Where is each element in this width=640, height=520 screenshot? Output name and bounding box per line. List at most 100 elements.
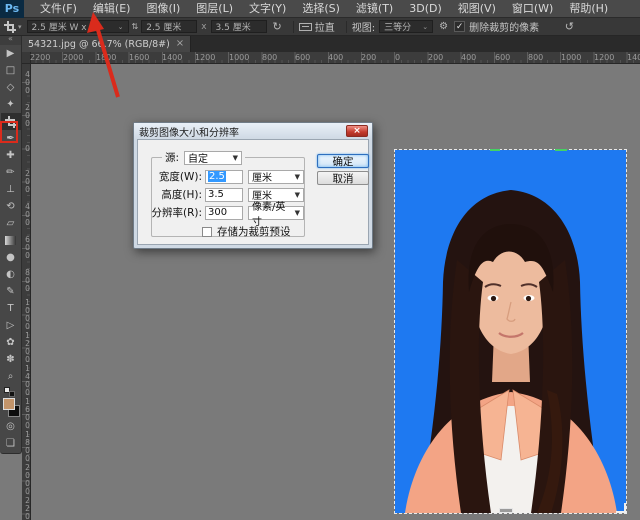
save-preset-label[interactable]: 存储为裁剪预设 <box>217 224 291 239</box>
history-brush-tool[interactable]: ⟲ <box>1 198 21 215</box>
width-row: 宽度(W): 2.5 厘米 ▼ <box>156 169 304 184</box>
tools-panel: « ▶□◇✦✒✚✏⊥⟲▱●◐✎T▷✿✽⌕ ◎ ❏ <box>0 34 22 454</box>
dodge-tool[interactable]: ◐ <box>1 266 21 283</box>
type-tool[interactable]: T <box>1 300 21 317</box>
chevron-down-icon: ▼ <box>295 209 300 217</box>
source-dropdown[interactable]: 自定 ▼ <box>184 151 242 165</box>
ruler-label: 200 <box>361 53 376 62</box>
crop-bottom-handle[interactable] <box>499 508 513 513</box>
move-tool[interactable]: ▶ <box>1 45 21 62</box>
pen-tool-glyph: ✎ <box>6 287 14 297</box>
crop-settings-gear-icon[interactable]: ⚙ <box>439 21 448 32</box>
quick-selection-tool[interactable]: ✦ <box>1 96 21 113</box>
brush-tool[interactable]: ✏ <box>1 164 21 181</box>
blur-tool-glyph: ● <box>6 253 15 263</box>
menu-item[interactable]: 图层(L) <box>188 0 241 18</box>
divider <box>346 21 347 33</box>
marquee-tool[interactable]: □ <box>1 62 21 79</box>
chevron-down-icon: ▼ <box>295 173 300 181</box>
swap-dimensions-icon[interactable]: ⇅ <box>132 21 139 32</box>
ruler-label: 200 <box>428 53 443 62</box>
resolution-unit-dropdown[interactable]: 像素/英寸 ▼ <box>248 206 304 220</box>
menu-item[interactable]: 帮助(H) <box>561 0 616 18</box>
ruler-label: 2000 <box>63 53 83 62</box>
ruler-label: 2200 <box>23 496 32 520</box>
source-value: 自定 <box>188 150 208 165</box>
view-label: 视图: <box>352 19 375 34</box>
menu-item[interactable]: 滤镜(T) <box>348 0 401 18</box>
crop-preset-dropdown[interactable]: 2.5 厘米 W x ⌄ <box>27 20 129 33</box>
dialog-title-bar[interactable]: 裁剪图像大小和分辨率 <box>134 123 372 139</box>
save-preset-checkbox[interactable] <box>202 227 212 237</box>
menu-bar: Ps 文件(F)编辑(E)图像(I)图层(L)文字(Y)选择(S)滤镜(T)3D… <box>0 0 640 18</box>
crop-tool-icon[interactable] <box>4 21 15 32</box>
ruler-label: 600 <box>23 235 32 259</box>
crop-width-value: 2.5 厘米 <box>146 20 181 33</box>
width-unit-dropdown[interactable]: 厘米 ▼ <box>248 170 304 184</box>
tab-close-icon[interactable]: × <box>176 39 184 49</box>
crop-height-field[interactable]: 3.5 厘米 <box>211 20 267 33</box>
menu-item[interactable]: 窗口(W) <box>504 0 561 18</box>
ruler-label: 1200 <box>594 53 614 62</box>
blur-tool[interactable]: ● <box>1 249 21 266</box>
chevron-down-icon: ⌄ <box>422 23 428 31</box>
rotate-crop-icon[interactable]: ↻ <box>273 21 282 32</box>
zoom-tool[interactable]: ⌕ <box>1 368 21 385</box>
ruler-label: 1000 <box>561 53 581 62</box>
cancel-button[interactable]: 取消 <box>317 171 369 185</box>
color-swatches[interactable] <box>2 398 20 418</box>
menu-item[interactable]: 图像(I) <box>138 0 188 18</box>
default-colors-icon[interactable] <box>4 387 18 397</box>
ruler-label: 1000 <box>229 53 249 62</box>
healing-brush-tool-glyph: ✚ <box>6 151 14 161</box>
height-value: 3.5 <box>208 189 224 200</box>
straighten-icon[interactable] <box>299 23 312 31</box>
eraser-tool[interactable]: ▱ <box>1 215 21 232</box>
menu-item[interactable]: 3D(D) <box>401 0 450 18</box>
clone-stamp-tool[interactable]: ⊥ <box>1 181 21 198</box>
ok-button[interactable]: 确定 <box>317 154 369 168</box>
width-input[interactable]: 2.5 <box>205 170 243 184</box>
menu-item[interactable]: 视图(V) <box>450 0 504 18</box>
crop-corner-handle[interactable] <box>616 503 626 513</box>
lasso-tool[interactable]: ◇ <box>1 79 21 96</box>
menu-items: 文件(F)编辑(E)图像(I)图层(L)文字(Y)选择(S)滤镜(T)3D(D)… <box>32 0 616 18</box>
delete-cropped-pixels-label[interactable]: 删除裁剪的像素 <box>469 19 539 34</box>
delete-cropped-pixels-checkbox[interactable]: ✓ <box>454 21 465 32</box>
menu-item[interactable]: 选择(S) <box>294 0 348 18</box>
annotation-highlight-box <box>0 121 18 143</box>
healing-brush-tool[interactable]: ✚ <box>1 147 21 164</box>
pen-tool[interactable]: ✎ <box>1 283 21 300</box>
reset-crop-icon[interactable]: ↺ <box>565 21 574 32</box>
clone-stamp-tool-glyph: ⊥ <box>6 185 15 195</box>
quick-mask-button[interactable]: ◎ <box>1 418 21 435</box>
ruler-label: 1800 <box>96 53 116 62</box>
ruler-label: 800 <box>23 268 32 292</box>
mini-background-swatch <box>9 391 15 397</box>
foreground-color-swatch[interactable] <box>3 398 15 410</box>
path-selection-tool[interactable]: ▷ <box>1 317 21 334</box>
crop-width-field[interactable]: 2.5 厘米 <box>141 20 197 33</box>
height-input[interactable]: 3.5 <box>205 188 243 202</box>
gradient-icon <box>5 236 16 245</box>
document-tab[interactable]: 54321.jpg @ 66.7% (RGB/8#) × <box>22 36 191 52</box>
hand-tool[interactable]: ✽ <box>1 351 21 368</box>
ruler-label: 2000 <box>23 463 32 495</box>
menu-item[interactable]: 文件(F) <box>32 0 85 18</box>
gradient-tool[interactable] <box>1 232 21 249</box>
dialog-close-button[interactable]: × <box>346 125 368 137</box>
eraser-tool-glyph: ▱ <box>7 219 15 229</box>
straighten-label[interactable]: 拉直 <box>315 19 335 34</box>
menu-item[interactable]: 编辑(E) <box>85 0 139 18</box>
overlay-dropdown[interactable]: 三等分 ⌄ <box>379 20 433 33</box>
screen-mode-button[interactable]: ❏ <box>1 435 21 452</box>
custom-shape-tool[interactable]: ✿ <box>1 334 21 351</box>
preset-checkbox-row: 存储为裁剪预设 <box>202 224 291 239</box>
ruler-label: 0 <box>23 144 32 152</box>
tool-preset-caret-icon[interactable]: ▾ <box>18 23 22 31</box>
resolution-input[interactable]: 300 <box>205 206 243 220</box>
photo-canvas[interactable] <box>395 150 626 513</box>
dialog-body: 源: 自定 ▼ 宽度(W): 2.5 厘米 ▼ 高度(H): <box>137 139 369 245</box>
brush-tool-glyph: ✏ <box>6 168 14 178</box>
menu-item[interactable]: 文字(Y) <box>241 0 294 18</box>
